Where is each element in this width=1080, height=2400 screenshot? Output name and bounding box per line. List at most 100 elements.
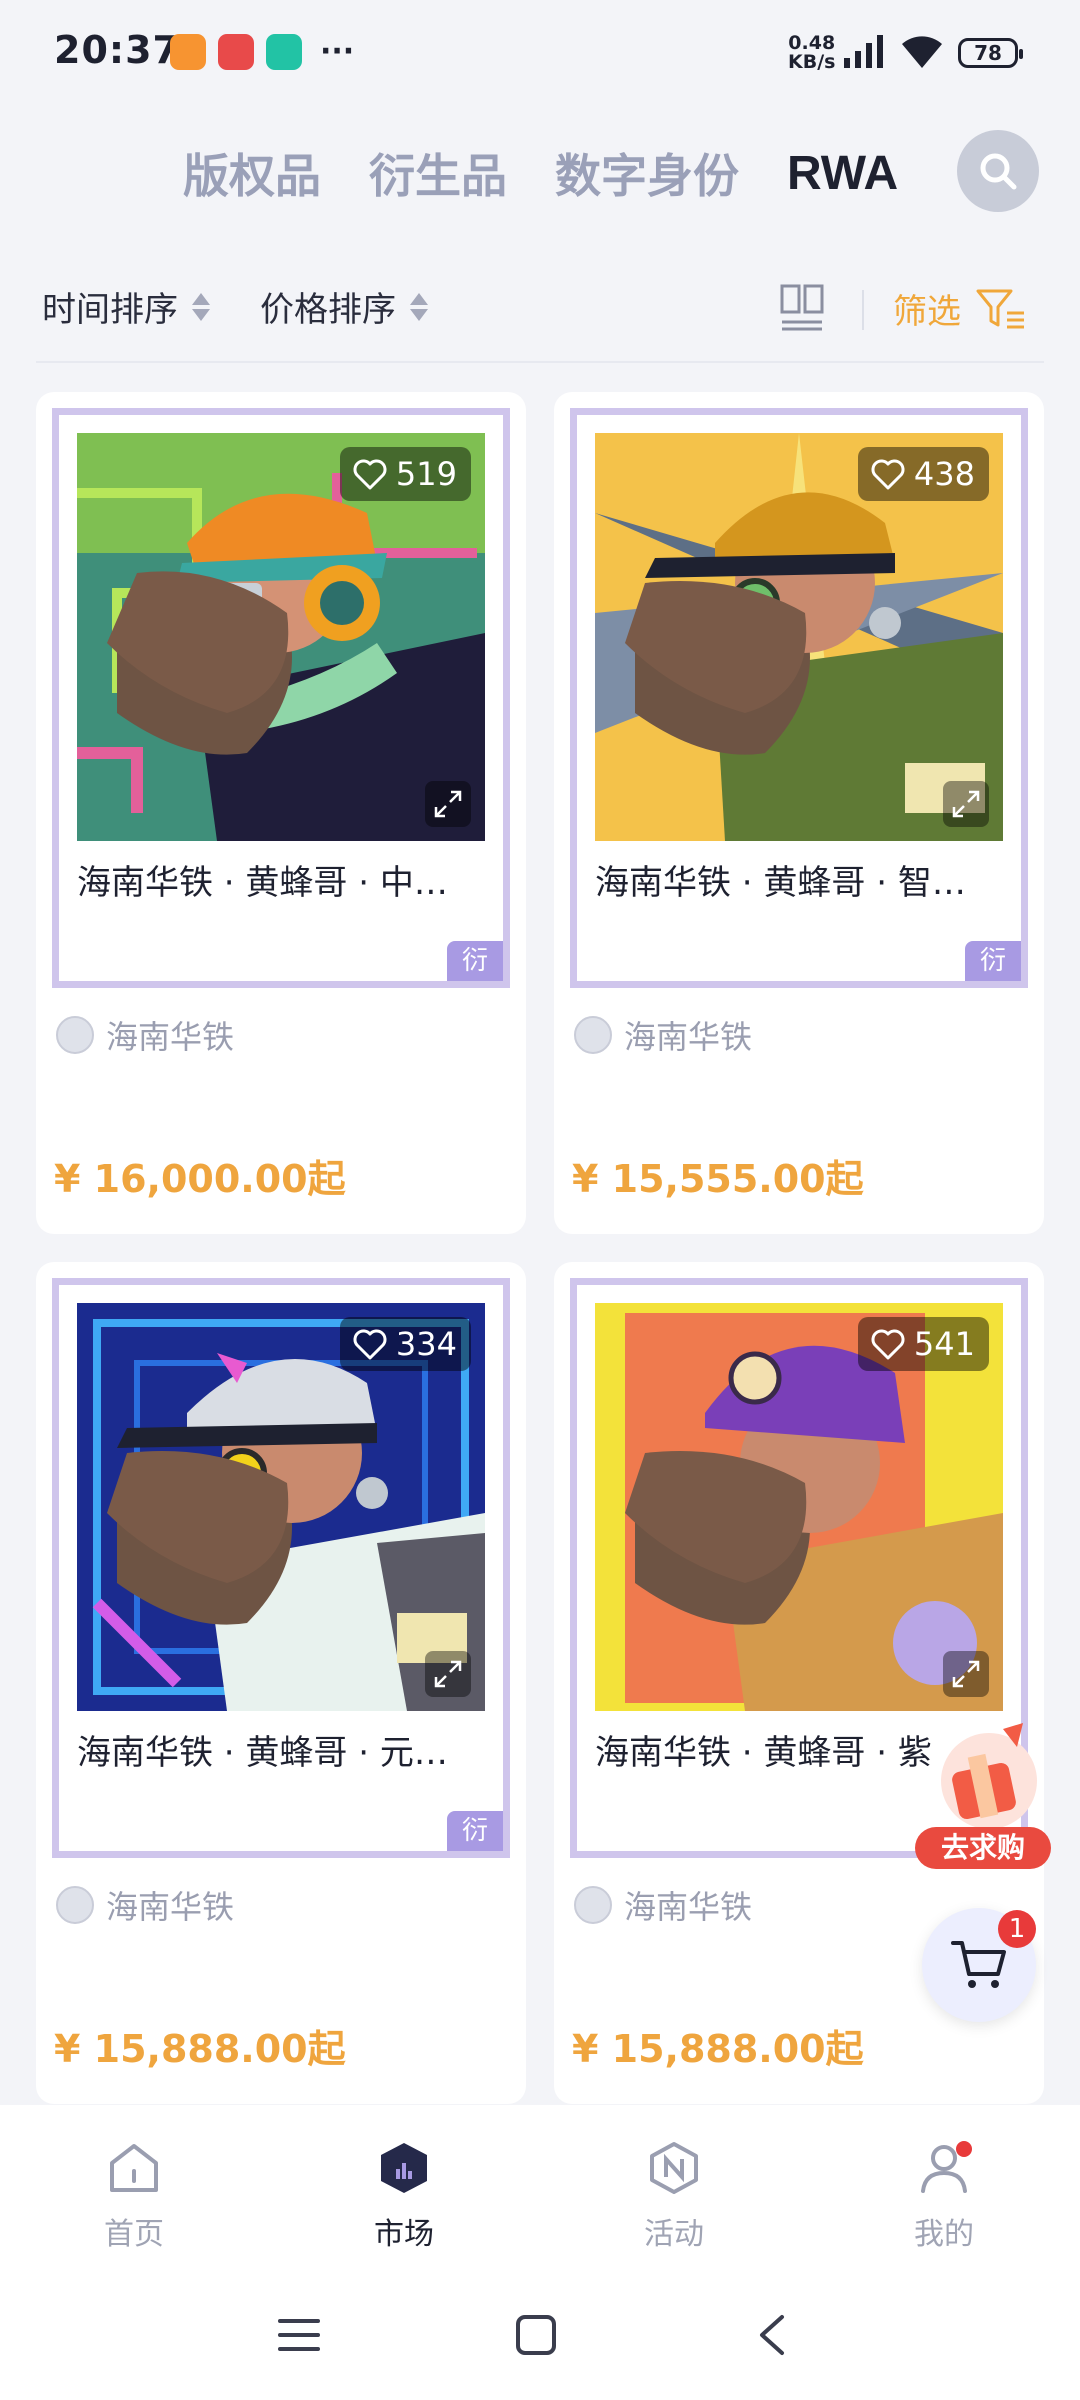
heart-icon (871, 459, 905, 490)
like-button[interactable]: 334 (339, 1317, 471, 1371)
category-tabs: 版权品 衍生品 数字身份 RWA (183, 140, 898, 206)
notification-dot (956, 2141, 972, 2157)
issuer-name: 海南华铁 (106, 1018, 235, 1056)
network-speed: 0.48 KB/s (788, 34, 835, 72)
search-button[interactable] (957, 130, 1039, 212)
bottom-navigation: 首页 市场 活动 我的 (0, 2105, 1080, 2285)
like-button[interactable]: 541 (857, 1317, 989, 1371)
more-notifications-icon: ··· (320, 34, 355, 69)
derivative-badge: 衍 (447, 1811, 503, 1851)
nav-activity[interactable]: 活动 (604, 2141, 744, 2253)
cart-count-badge: 1 (998, 1910, 1036, 1948)
divider (36, 361, 1044, 363)
product-image[interactable]: 438 (595, 433, 1003, 841)
expand-button[interactable] (425, 1651, 471, 1697)
system-navigation-bar (0, 2285, 1080, 2400)
product-card[interactable]: 438 海南华铁 · 黄蜂哥 · 智… 衍 海南华铁 ¥ 15,555.00起 (554, 392, 1044, 1234)
cart-button[interactable]: 1 (922, 1908, 1036, 2022)
product-title: 海南华铁 · 黄蜂哥 · 元… (77, 1733, 448, 1773)
want-to-buy-label: 去求购 (915, 1827, 1051, 1869)
nav-home[interactable]: 首页 (64, 2141, 204, 2253)
card-frame: 519 海南华铁 · 黄蜂哥 · 中… 衍 (52, 408, 510, 988)
gift-box-icon (941, 1723, 1037, 1829)
issuer-name: 海南华铁 (624, 1018, 753, 1056)
home-square-icon[interactable] (515, 2314, 557, 2356)
filter-icon (976, 289, 1024, 328)
expand-icon (952, 1660, 980, 1688)
cart-icon (951, 1941, 1006, 1988)
issuer-name: 海南华铁 (106, 1888, 235, 1926)
sort-arrows-icon (192, 292, 210, 321)
issuer-name: 海南华铁 (624, 1888, 753, 1926)
product-image[interactable]: 519 (77, 433, 485, 841)
like-count: 519 (395, 455, 457, 493)
expand-icon (434, 790, 462, 818)
like-button[interactable]: 519 (339, 447, 471, 501)
time-sort-button[interactable]: 时间排序 (42, 282, 210, 331)
tab-digital-identity[interactable]: 数字身份 (555, 140, 739, 206)
battery-indicator: 78 (958, 38, 1023, 68)
sort-bar: 时间排序 价格排序 筛选 (0, 270, 1080, 360)
video-app-icon (170, 34, 206, 70)
price-sort-button[interactable]: 价格排序 (260, 282, 428, 331)
derivative-badge: 衍 (965, 941, 1021, 981)
product-image[interactable]: 334 (77, 1303, 485, 1711)
product-price: ¥ 15,888.00起 (572, 2027, 864, 2071)
product-price: ¥ 16,000.00起 (54, 1157, 346, 1201)
time-sort-label: 时间排序 (42, 290, 178, 330)
activity-icon (650, 2142, 698, 2194)
expand-button[interactable] (943, 1651, 989, 1697)
issuer-avatar (574, 1886, 612, 1924)
music-app-icon (266, 34, 302, 70)
filter-button[interactable]: 筛选 (893, 284, 1027, 333)
want-to-buy-button[interactable]: 去求购 (915, 1715, 1055, 1875)
heart-icon (353, 1329, 387, 1360)
layout-toggle-icon[interactable] (780, 284, 824, 332)
like-count: 334 (395, 1325, 457, 1363)
wifi-icon (902, 36, 942, 68)
toutiao-app-icon (218, 34, 254, 70)
product-image[interactable]: 541 (595, 1303, 1003, 1711)
issuer-info: 海南华铁 (574, 1012, 752, 1058)
divider (862, 290, 864, 330)
heart-icon (871, 1329, 905, 1360)
nav-activity-label: 活动 (644, 2217, 704, 2252)
product-price: ¥ 15,888.00起 (54, 2027, 346, 2071)
expand-button[interactable] (943, 781, 989, 827)
derivative-badge: 衍 (447, 941, 503, 981)
status-time: 20:37 (54, 28, 180, 72)
product-title: 海南华铁 · 黄蜂哥 · 智… (595, 863, 966, 903)
nav-profile-label: 我的 (914, 2217, 974, 2252)
heart-icon (353, 459, 387, 490)
menu-icon[interactable] (278, 2315, 320, 2355)
market-icon (381, 2143, 427, 2193)
nav-market-label: 市场 (374, 2217, 434, 2252)
issuer-info: 海南华铁 (56, 1882, 234, 1928)
tab-copyright[interactable]: 版权品 (183, 140, 321, 206)
sort-arrows-icon (410, 292, 428, 321)
back-icon[interactable] (756, 2313, 788, 2357)
issuer-info: 海南华铁 (56, 1012, 234, 1058)
product-card[interactable]: 334 海南华铁 · 黄蜂哥 · 元… 衍 海南华铁 ¥ 15,888.00起 (36, 1262, 526, 2104)
product-card[interactable]: 519 海南华铁 · 黄蜂哥 · 中… 衍 海南华铁 ¥ 16,000.00起 (36, 392, 526, 1234)
nav-profile[interactable]: 我的 (874, 2141, 1014, 2253)
issuer-info: 海南华铁 (574, 1882, 752, 1928)
issuer-avatar (56, 1886, 94, 1924)
issuer-avatar (574, 1016, 612, 1054)
product-price: ¥ 15,555.00起 (572, 1157, 864, 1201)
notification-icons: ··· (170, 34, 354, 70)
expand-button[interactable] (425, 781, 471, 827)
price-sort-label: 价格排序 (260, 290, 396, 330)
home-icon (110, 2144, 158, 2192)
nav-home-label: 首页 (104, 2217, 164, 2252)
tab-derivative[interactable]: 衍生品 (369, 140, 507, 206)
signal-icon (844, 35, 883, 68)
card-frame: 438 海南华铁 · 黄蜂哥 · 智… 衍 (570, 408, 1028, 988)
like-count: 438 (913, 455, 975, 493)
tab-rwa[interactable]: RWA (787, 146, 898, 201)
expand-icon (434, 1660, 462, 1688)
like-button[interactable]: 438 (857, 447, 989, 501)
network-speed-unit: KB/s (788, 51, 836, 73)
product-title: 海南华铁 · 黄蜂哥 · 中… (77, 863, 448, 903)
nav-market[interactable]: 市场 (334, 2141, 474, 2253)
